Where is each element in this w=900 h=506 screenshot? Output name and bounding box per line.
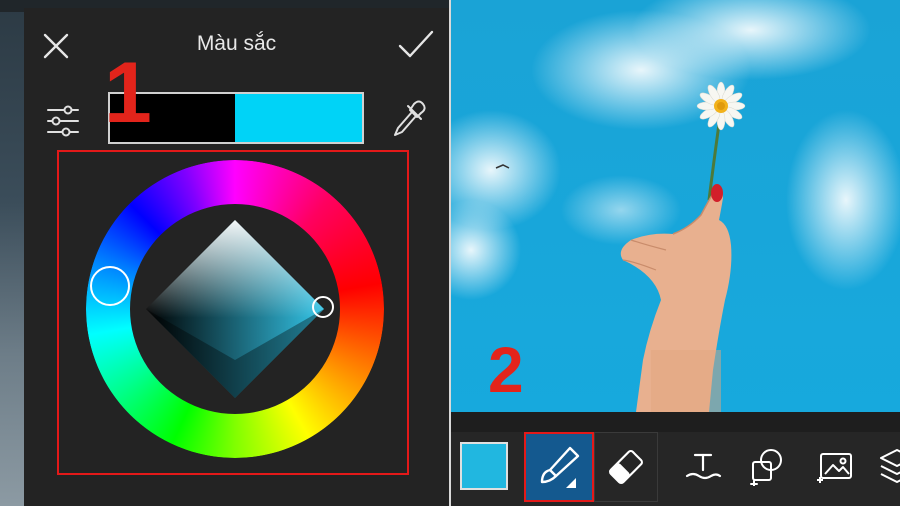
- dialog-header: Màu sắc: [24, 8, 449, 78]
- step-2-label: 2: [488, 334, 524, 406]
- brush-tool-button[interactable]: [524, 432, 594, 502]
- step-1-label: 1: [104, 45, 152, 141]
- eyedropper-icon[interactable]: [390, 100, 426, 140]
- eraser-icon: [609, 450, 643, 484]
- brush-color-swatch[interactable]: [460, 442, 508, 490]
- dialog-title: Màu sắc: [196, 32, 277, 55]
- eraser-tool-button[interactable]: [594, 432, 658, 502]
- add-image-icon[interactable]: [815, 446, 855, 486]
- layers-icon[interactable]: [877, 446, 900, 486]
- saturation-selector-handle[interactable]: [312, 296, 334, 318]
- color-picker-screen: Màu sắc 1: [0, 0, 451, 506]
- text-icon[interactable]: [683, 446, 723, 486]
- checkmark-icon[interactable]: [396, 28, 436, 62]
- hue-selector-handle[interactable]: [90, 266, 130, 306]
- add-shape-icon[interactable]: [747, 446, 787, 486]
- drawing-toolbar: [451, 432, 900, 506]
- toolbar-separator: [451, 412, 900, 432]
- brush-icon: [540, 446, 580, 488]
- color-wheel[interactable]: [86, 160, 384, 458]
- sliders-icon[interactable]: [46, 104, 80, 138]
- current-color-swatch[interactable]: [235, 94, 362, 142]
- photo-editor-screen: 2: [451, 0, 900, 506]
- screenshot: Màu sắc 1 2: [0, 0, 900, 506]
